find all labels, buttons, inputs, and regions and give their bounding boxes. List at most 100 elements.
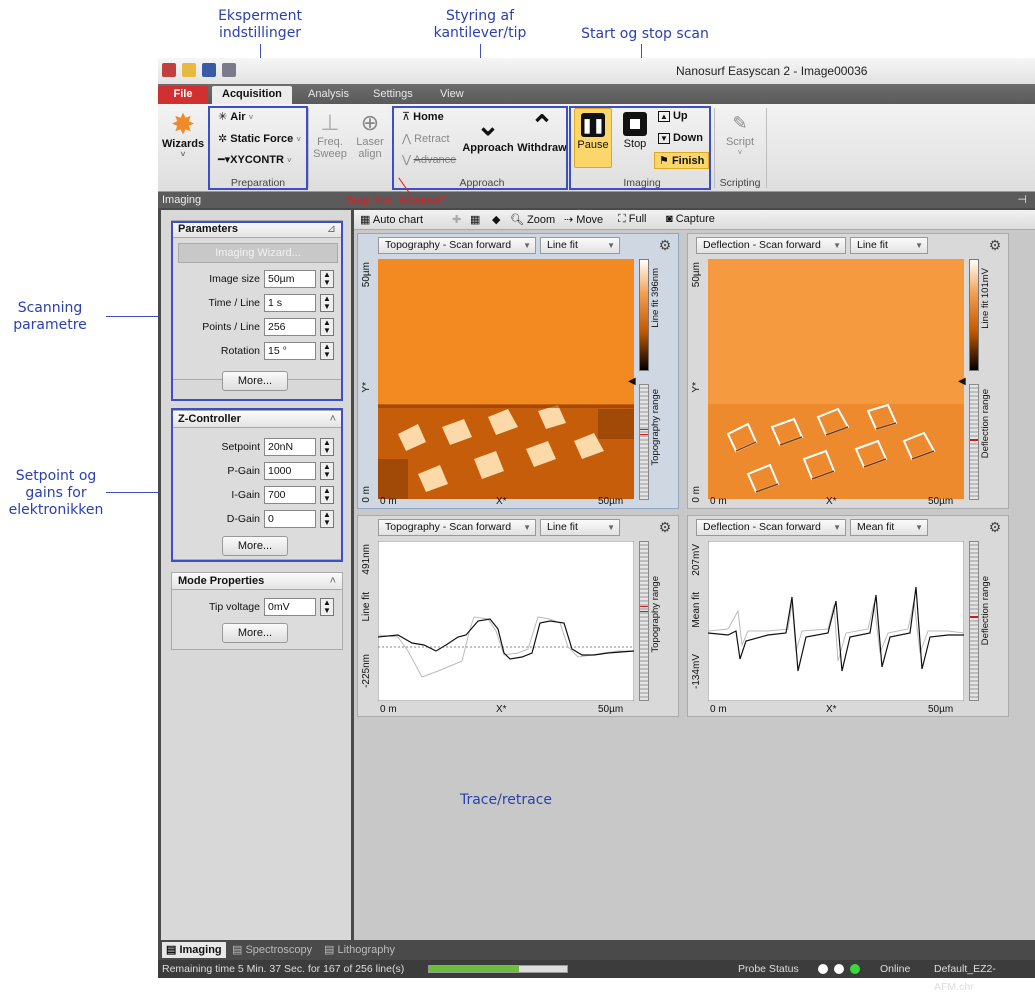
plot4-source-dropdown[interactable]: Deflection - Scan forward ▼ — [696, 519, 846, 536]
plot4-x-start: 0 m — [710, 704, 727, 715]
add-chart-icon[interactable]: ✚ — [452, 213, 461, 226]
pin-icon[interactable]: ⊣ — [1017, 192, 1027, 208]
save-icon[interactable] — [202, 63, 216, 77]
chart-area: ▦ Auto chart ✚ ▦ ◆ 🔍︎ Zoom ⇢ Move ⛶ Full… — [354, 210, 1035, 940]
chart-toolbar: ▦ Auto chart ✚ ▦ ◆ 🔍︎ Zoom ⇢ Move ⛶ Full… — [354, 210, 1035, 230]
plot1-source-dropdown[interactable]: Topography - Scan forward ▼ — [378, 237, 536, 254]
bottom-tabs: ▤ Imaging ▤ Spectroscopy ▤ Lithography — [158, 940, 1035, 960]
deflection-image — [708, 259, 964, 499]
tip-voltage-input[interactable]: 0mV — [264, 598, 316, 616]
plot1-x-mid: X* — [496, 496, 507, 507]
plot2-fit-dropdown[interactable]: Line fit ▼ — [850, 237, 928, 254]
plot3-settings-gear-icon[interactable]: ⚙ — [657, 519, 673, 535]
print-icon[interactable] — [222, 63, 236, 77]
auto-chart-button[interactable]: ▦ Auto chart — [360, 213, 423, 226]
full-button[interactable]: ⛶ Full — [618, 213, 647, 226]
tab-imaging[interactable]: ▤ Imaging — [162, 942, 226, 958]
ribbon-tabs: File Acquisition Analysis Settings View — [158, 84, 1035, 104]
plot4-y-top: 207mV — [691, 544, 702, 576]
zoom-button[interactable]: 🔍︎ Zoom — [510, 213, 555, 226]
plot4-x-end: 50µm — [928, 704, 954, 715]
probe-status-light-3 — [850, 964, 860, 974]
plot4-fit-dropdown[interactable]: Mean fit ▼ — [850, 519, 928, 536]
annotation-experiment-settings: Eksperment indstillinger — [218, 8, 302, 41]
tab-lithography[interactable]: ▤ Lithography — [324, 940, 395, 960]
plot1-x-end: 50µm — [598, 496, 624, 507]
topography-image — [378, 259, 634, 499]
app-icon[interactable] — [162, 63, 176, 77]
laser-align-button[interactable]: ⊕ Laser align — [352, 110, 388, 160]
plot1-settings-gear-icon[interactable]: ⚙ — [657, 237, 673, 253]
script-button[interactable]: ✎ Script ˅ — [720, 110, 760, 157]
annotation-setpoint-gains: Setpoint og gains for elektronikken — [8, 468, 104, 518]
plot2-range-marker-icon: ◀ — [958, 376, 966, 387]
plot4-x-mid: X* — [826, 704, 837, 715]
remove-chart-icon[interactable]: ▦ — [470, 213, 480, 226]
plot3-range-slider[interactable] — [639, 541, 649, 701]
plot3-y-top: 491nm — [361, 544, 372, 575]
annotation-no-advance: Brug ikke "Advance" — [346, 194, 446, 206]
plot1-range-slider[interactable] — [639, 384, 649, 500]
zoom-icon: 🔍︎ — [510, 214, 524, 226]
plot2-x-start: 0 m — [710, 496, 727, 507]
mode-more-button[interactable]: More... — [222, 623, 288, 643]
plot4-y-bot: -134mV — [691, 654, 702, 690]
script-icon: ✎ — [732, 113, 748, 133]
open-folder-icon[interactable] — [182, 63, 196, 77]
group-scripting-label: Scripting — [719, 177, 761, 189]
probe-status-light-1 — [818, 964, 828, 974]
highlight-parameters — [171, 221, 343, 401]
freq-sweep-icon: ⊥ — [320, 110, 340, 135]
tab-acquisition[interactable]: Acquisition — [212, 86, 292, 104]
capture-button[interactable]: ◙ Capture — [666, 213, 715, 225]
plot-topography-line[interactable]: Topography - Scan forward ▼ Line fit ▼ ⚙ T… — [357, 515, 679, 717]
laser-align-icon: ⊕ — [360, 110, 380, 135]
plot3-y-mid: Line fit — [361, 592, 372, 622]
plot2-y-bot: 0 m — [691, 486, 702, 503]
plot4-settings-gear-icon[interactable]: ⚙ — [987, 519, 1003, 535]
move-button[interactable]: ⇢ Move — [564, 213, 603, 226]
auto-chart-icon: ▦ — [360, 214, 371, 226]
probe-status-label: Probe Status — [738, 963, 799, 975]
tab-file[interactable]: File — [158, 86, 208, 104]
plot3-y-bot: -225nm — [361, 654, 372, 688]
plot-deflection-line[interactable]: Deflection - Scan forward ▼ Mean fit ▼ ⚙ D… — [687, 515, 1009, 717]
plot-deflection-image[interactable]: Deflection - Scan forward▼ Line fit▼ ⚙ — [687, 233, 1009, 509]
plot3-fit-dropdown[interactable]: Line fit ▼ — [540, 519, 620, 536]
imaging-panel-title: Imaging ⊣ — [158, 192, 1035, 208]
tab-spectroscopy[interactable]: ▤ Spectroscopy — [232, 940, 312, 960]
marker-icon[interactable]: ◆ — [492, 213, 500, 226]
title-bar: Nanosurf Easyscan 2 - Image00036 — [158, 58, 1035, 84]
mode-properties-header[interactable]: Mode Properties ˄ — [172, 573, 342, 590]
status-bar: Remaining time 5 Min. 37 Sec. for 167 of… — [158, 960, 1035, 993]
wizards-icon: ✸ — [172, 109, 194, 139]
plot1-y-top: 50µm — [361, 262, 372, 288]
tip-voltage-stepper[interactable]: ▲ ▼ — [320, 598, 334, 616]
plot2-range-slider[interactable] — [969, 384, 979, 500]
plot2-x-end: 50µm — [928, 496, 954, 507]
tab-view[interactable]: View — [430, 86, 474, 104]
plot4-range-slider[interactable] — [969, 541, 979, 701]
freq-sweep-button[interactable]: ⊥ Freq. Sweep — [312, 110, 348, 160]
annotation-cantilever-control: Styring af kantilever/tip — [433, 8, 527, 41]
plot3-x-mid: X* — [496, 704, 507, 715]
annotation-start-stop: Start og stop scan — [581, 26, 709, 42]
deflection-line-plot — [708, 541, 964, 701]
plot1-range-marker-icon: ◀ — [628, 376, 636, 387]
plot2-settings-gear-icon[interactable]: ⚙ — [987, 237, 1003, 253]
remaining-time: Remaining time 5 Min. 37 Sec. for 167 of… — [162, 963, 405, 975]
tab-settings[interactable]: Settings — [363, 86, 423, 104]
plot3-source-dropdown[interactable]: Topography - Scan forward ▼ — [378, 519, 536, 536]
plot2-scale-label: Line fit 101mV — [980, 268, 991, 329]
wizards-button[interactable]: ✸ Wizards ˅ — [162, 110, 204, 159]
plot3-x-start: 0 m — [380, 704, 397, 715]
plot2-range-label: Deflection range — [980, 389, 991, 459]
spectroscopy-tab-icon: ▤ — [232, 944, 243, 956]
tab-analysis[interactable]: Analysis — [298, 86, 359, 104]
plot2-x-mid: X* — [826, 496, 837, 507]
plot1-fit-dropdown[interactable]: Line fit ▼ — [540, 237, 620, 254]
plot3-x-end: 50µm — [598, 704, 624, 715]
config-file: Default_EZ2-AFM.chr — [934, 963, 996, 993]
plot2-source-dropdown[interactable]: Deflection - Scan forward ▼ — [696, 237, 846, 254]
plot-topography-image[interactable]: Topography - Scan forward▼ Line fit▼ ⚙ — [357, 233, 679, 509]
